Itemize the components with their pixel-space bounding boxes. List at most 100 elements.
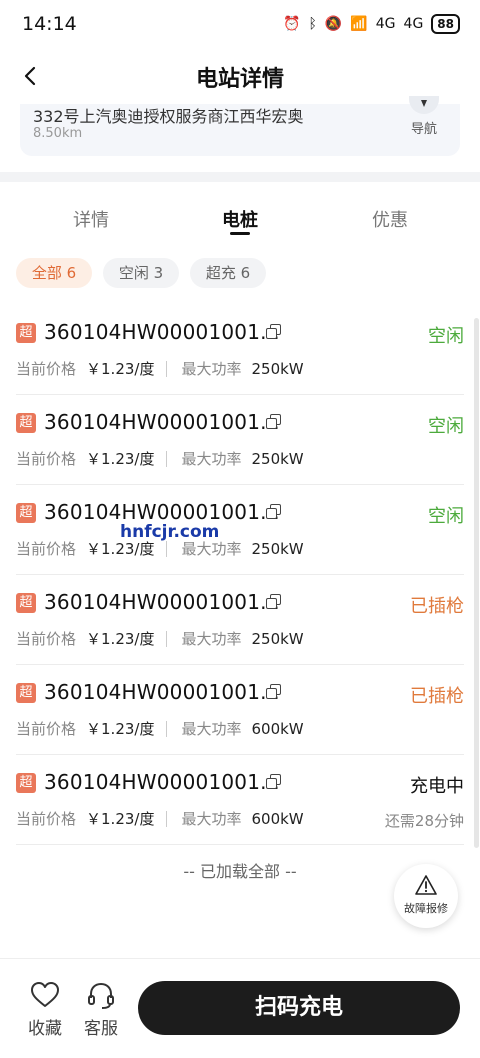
- network-label: 4G: [375, 16, 396, 32]
- remaining-time: 还需28分钟: [384, 812, 464, 830]
- favorite-label: 收藏: [28, 1019, 62, 1039]
- pile-meta: 当前价格 ￥1.23/度 最大功率 600kW: [16, 718, 304, 739]
- filter-all[interactable]: 全部 6: [16, 258, 92, 288]
- row-divider: [16, 844, 464, 845]
- app-screen: 14:14 ⏰ ᛒ 🔕 📶 4G 4G 88 电站详情 332号上汽奥迪授权服务…: [0, 0, 480, 1058]
- headset-icon: [88, 982, 114, 1009]
- favorite-button[interactable]: 收藏: [23, 981, 67, 1039]
- pile-id: 360104HW00001001...: [44, 770, 280, 794]
- pile-status: 充电中: [410, 776, 464, 797]
- power-label: 最大功率: [181, 630, 242, 648]
- pile-id: 360104HW00001001...: [44, 410, 280, 434]
- price-value: ￥1.23/度: [86, 720, 155, 738]
- customer-service-label: 客服: [84, 1019, 118, 1039]
- price-label: 当前价格: [16, 720, 77, 738]
- power-label: 最大功率: [181, 810, 242, 828]
- tab-details[interactable]: 详情: [73, 206, 109, 232]
- wifi-icon: 📶: [350, 16, 368, 32]
- copy-icon[interactable]: [266, 504, 282, 520]
- filter-idle[interactable]: 空闲 3: [103, 258, 179, 288]
- heart-icon: [31, 982, 59, 1007]
- status-bar: 14:14 ⏰ ᛒ 🔕 📶 4G 4G 88: [0, 0, 480, 50]
- pile-row[interactable]: 超 360104HW00001001... 已插枪 当前价格 ￥1.23/度 最…: [0, 665, 480, 755]
- pile-meta: 当前价格 ￥1.23/度 最大功率 250kW: [16, 628, 304, 649]
- power-label: 最大功率: [181, 720, 242, 738]
- supercharge-badge: 超: [16, 503, 36, 523]
- pile-status: 空闲: [428, 506, 464, 527]
- tab-piles[interactable]: 电桩: [222, 206, 258, 232]
- price-label: 当前价格: [16, 630, 77, 648]
- power-value: 250kW: [251, 629, 304, 648]
- price-label: 当前价格: [16, 540, 77, 558]
- status-time: 14:14: [22, 13, 77, 35]
- navigate-button[interactable]: 导航: [404, 96, 444, 154]
- price-label: 当前价格: [16, 810, 77, 828]
- pile-row[interactable]: 超 360104HW00001001... 已插枪 当前价格 ￥1.23/度 最…: [0, 575, 480, 665]
- power-value: 600kW: [251, 809, 304, 828]
- bluetooth-icon: ᛒ: [308, 16, 317, 32]
- page-title: 电站详情: [195, 67, 284, 92]
- power-value: 250kW: [251, 449, 304, 468]
- pile-row[interactable]: 超 360104HW00001001... 空闲 当前价格 ￥1.23/度 最大…: [0, 395, 480, 485]
- pile-id: 360104HW00001001...: [44, 680, 280, 704]
- power-label: 最大功率: [181, 360, 242, 378]
- pile-id: 360104HW00001001...: [44, 590, 280, 614]
- pile-meta: 当前价格 ￥1.23/度 最大功率 250kW: [16, 448, 304, 469]
- fault-report-button[interactable]: 故障报修: [394, 864, 458, 928]
- copy-icon[interactable]: [266, 594, 282, 610]
- battery-level: 88: [437, 17, 454, 31]
- customer-service-button[interactable]: 客服: [79, 981, 123, 1039]
- meta-divider: [166, 720, 168, 737]
- pile-status: 已插枪: [410, 686, 464, 707]
- navigation-icon: [409, 96, 439, 114]
- pile-meta: 当前价格 ￥1.23/度 最大功率 250kW: [16, 358, 304, 379]
- supercharge-badge: 超: [16, 683, 36, 703]
- pile-row[interactable]: 超 360104HW00001001... 充电中 当前价格 ￥1.23/度 最…: [0, 755, 480, 845]
- price-value: ￥1.23/度: [86, 810, 155, 828]
- network-label-2: 4G: [403, 16, 424, 32]
- meta-divider: [166, 810, 168, 827]
- copy-icon[interactable]: [266, 684, 282, 700]
- price-label: 当前价格: [16, 360, 77, 378]
- supercharge-badge: 超: [16, 773, 36, 793]
- pile-meta: 当前价格 ￥1.23/度 最大功率 600kW: [16, 808, 304, 829]
- price-value: ￥1.23/度: [86, 450, 155, 468]
- header: 电站详情: [0, 50, 480, 102]
- station-address: 332号上汽奥迪授权服务商江西华宏奥: [33, 107, 304, 126]
- filter-supercharge[interactable]: 超充 6: [190, 258, 266, 288]
- power-value: 600kW: [251, 719, 304, 738]
- mute-icon: 🔕: [324, 16, 343, 32]
- battery-icon: 88: [431, 14, 460, 34]
- meta-divider: [166, 630, 168, 647]
- meta-divider: [166, 450, 168, 467]
- pile-status: 空闲: [428, 416, 464, 437]
- fault-report-label: 故障报修: [404, 902, 448, 915]
- tab-underline: [230, 232, 250, 235]
- tab-bar: 详情 电桩 优惠: [0, 196, 480, 246]
- tab-offers[interactable]: 优惠: [372, 206, 408, 232]
- navigate-label: 导航: [410, 122, 437, 137]
- scan-charge-button[interactable]: 扫码充电: [138, 981, 460, 1035]
- scrollbar[interactable]: [474, 318, 479, 848]
- pile-status: 已插枪: [410, 596, 464, 617]
- pile-row[interactable]: 超 360104HW00001001... 空闲 当前价格 ￥1.23/度 最大…: [0, 305, 480, 395]
- copy-icon[interactable]: [266, 774, 282, 790]
- price-label: 当前价格: [16, 450, 77, 468]
- copy-icon[interactable]: [266, 414, 282, 430]
- power-value: 250kW: [251, 539, 304, 558]
- price-value: ￥1.23/度: [86, 630, 155, 648]
- meta-divider: [166, 360, 168, 377]
- supercharge-badge: 超: [16, 323, 36, 343]
- station-distance: 8.50km: [33, 126, 83, 141]
- power-label: 最大功率: [181, 450, 242, 468]
- supercharge-badge: 超: [16, 593, 36, 613]
- pile-row[interactable]: 超 360104HW00001001... 空闲 当前价格 ￥1.23/度 最大…: [0, 485, 480, 575]
- watermark-text: hnfcjr.com: [120, 522, 220, 542]
- price-value: ￥1.23/度: [86, 360, 155, 378]
- warning-icon: [415, 875, 437, 895]
- copy-icon[interactable]: [266, 324, 282, 340]
- pile-status: 空闲: [428, 326, 464, 347]
- bottom-bar: 收藏 客服 扫码充电: [0, 958, 480, 1058]
- pile-id: 360104HW00001001...: [44, 320, 280, 344]
- status-icons: ⏰ ᛒ 🔕 📶 4G 4G 88: [283, 14, 460, 34]
